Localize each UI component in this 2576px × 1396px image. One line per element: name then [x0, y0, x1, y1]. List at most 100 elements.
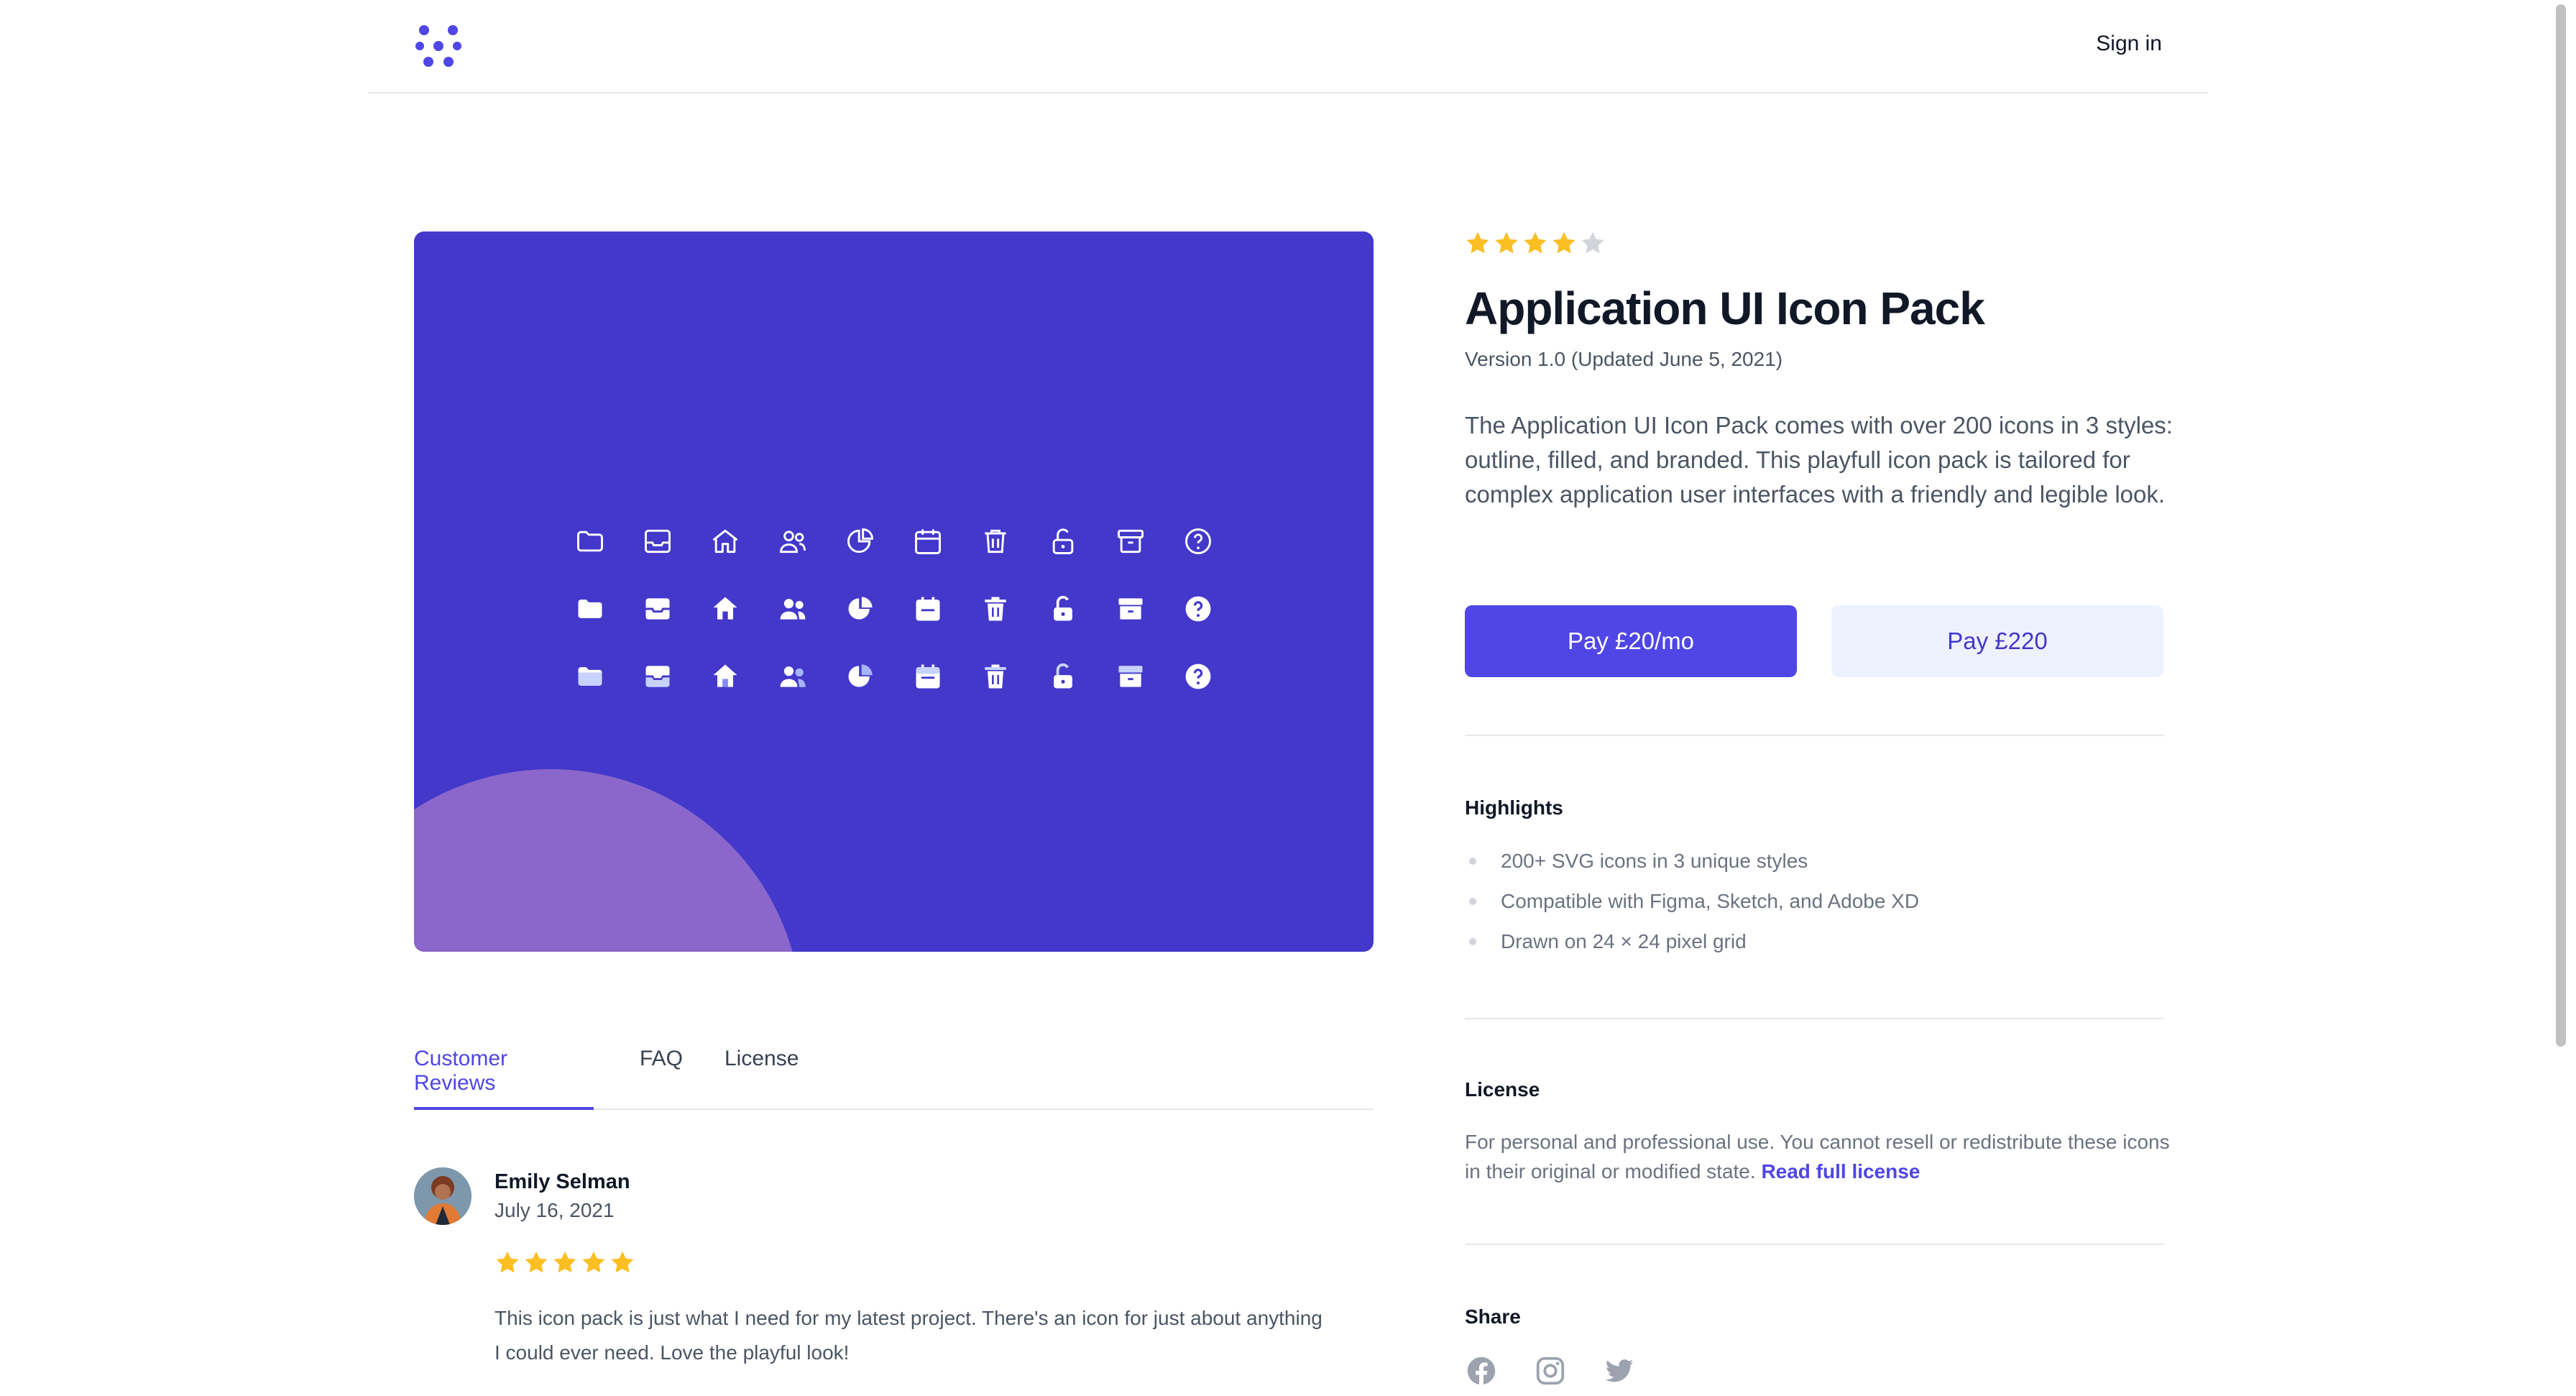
- users-icon: [780, 599, 806, 620]
- chart-pie-icon: [848, 597, 873, 620]
- product-hero-image: [414, 231, 1374, 952]
- pay-once-button[interactable]: Pay £220: [1831, 605, 2163, 677]
- lock-open-icon: [1029, 643, 1097, 710]
- divider: [1465, 735, 2163, 736]
- bullet: [1469, 858, 1476, 865]
- twitter-icon[interactable]: [1603, 1354, 1636, 1387]
- users-icon: [759, 575, 827, 643]
- trash-icon: [985, 664, 1006, 689]
- highlight-text: Compatible with Figma, Sketch, and Adobe…: [1501, 890, 1920, 912]
- home-icon: [713, 664, 737, 687]
- trash-icon: [985, 529, 1006, 554]
- highlight-text: Drawn on 24 × 24 pixel grid: [1501, 930, 1747, 952]
- chart-pie-icon: [848, 664, 873, 687]
- reviewer-name: Emily Selman: [494, 1170, 630, 1193]
- list-item: Compatible with Figma, Sketch, and Adobe…: [1465, 887, 1919, 927]
- facebook-icon[interactable]: [1465, 1354, 1498, 1387]
- tab-customer-reviews[interactable]: Customer Reviews: [414, 1045, 594, 1110]
- star-icon: [1524, 231, 1547, 254]
- inbox-icon: [624, 575, 691, 643]
- tab-faq[interactable]: FAQ: [640, 1045, 683, 1110]
- review-rating: [494, 1249, 635, 1275]
- question-icon: [1185, 663, 1211, 689]
- trash-icon: [962, 575, 1029, 643]
- lock-open-icon: [1054, 663, 1072, 689]
- license-heading: License: [1465, 1078, 1540, 1101]
- list-item: 200+ SVG icons in 3 unique styles: [1465, 847, 1919, 887]
- star-icon: [1552, 231, 1576, 254]
- product-version: Version 1.0 (Updated June 5, 2021): [1465, 348, 1783, 370]
- site-header: Sign in: [368, 0, 2208, 93]
- users-icon: [759, 508, 827, 575]
- inbox-icon: [624, 508, 691, 575]
- review-date: July 16, 2021: [494, 1199, 615, 1221]
- avatar: [414, 1167, 472, 1225]
- inbox-icon: [645, 598, 670, 620]
- pay-monthly-button[interactable]: Pay £20/mo: [1465, 605, 1797, 677]
- star-icon: [1581, 231, 1604, 254]
- users-icon: [780, 531, 806, 554]
- divider: [1465, 1018, 2163, 1019]
- calendar-icon: [915, 529, 941, 554]
- star-icon: [582, 1251, 605, 1273]
- brand-logo-icon[interactable]: [414, 23, 463, 69]
- divider: [1465, 1244, 2163, 1245]
- home-icon: [712, 529, 738, 554]
- tab-label: License: [724, 1047, 799, 1070]
- users-icon: [759, 643, 827, 710]
- hero-decor-circle: [414, 769, 802, 952]
- star-icon: [496, 1251, 519, 1273]
- tab-label: FAQ: [640, 1047, 684, 1070]
- bullet: [1469, 898, 1476, 905]
- chart-pie-icon: [827, 575, 894, 643]
- highlights-list: 200+ SVG icons in 3 unique styles Compat…: [1465, 847, 1919, 968]
- star-icon: [1466, 231, 1489, 254]
- question-icon: [1185, 528, 1211, 554]
- folder-icon: [578, 600, 602, 618]
- tab-license[interactable]: License: [724, 1045, 799, 1110]
- archive-icon: [1118, 666, 1143, 687]
- archive-icon: [1118, 529, 1144, 554]
- star-icon: [525, 1251, 548, 1273]
- lock-open-icon: [1029, 575, 1097, 643]
- home-icon: [691, 508, 759, 575]
- avatar-image: [414, 1167, 472, 1225]
- share-heading: Share: [1465, 1305, 1521, 1328]
- trash-icon: [962, 508, 1029, 575]
- calendar-icon: [916, 664, 940, 689]
- review-text: This icon pack is just what I need for m…: [494, 1307, 1322, 1364]
- calendar-icon: [894, 643, 962, 710]
- share-links: [1465, 1354, 1636, 1387]
- chart-pie-icon: [827, 643, 894, 710]
- home-icon: [691, 643, 759, 710]
- archive-icon: [1097, 575, 1164, 643]
- folder-icon: [556, 643, 624, 710]
- calendar-icon: [894, 575, 962, 643]
- review-tabs: Customer Reviews FAQ License: [414, 1045, 1374, 1110]
- star-icon: [611, 1251, 634, 1273]
- folder-icon: [577, 531, 603, 552]
- trash-icon: [985, 597, 1006, 621]
- archive-icon: [1097, 643, 1164, 710]
- inbox-icon: [624, 643, 691, 710]
- bullet: [1469, 938, 1476, 945]
- archive-icon: [1118, 598, 1143, 620]
- home-icon: [713, 597, 737, 620]
- sign-in-link[interactable]: Sign in: [2096, 32, 2162, 56]
- list-item: Drawn on 24 × 24 pixel grid: [1465, 927, 1919, 968]
- instagram-icon[interactable]: [1534, 1354, 1567, 1387]
- archive-icon: [1097, 508, 1164, 575]
- read-license-link[interactable]: Read full license: [1761, 1160, 1920, 1183]
- highlights-heading: Highlights: [1465, 796, 1563, 819]
- trash-icon: [962, 643, 1029, 710]
- question-icon: [1164, 575, 1232, 643]
- star-icon: [1495, 231, 1518, 254]
- highlight-text: 200+ SVG icons in 3 unique styles: [1501, 850, 1808, 872]
- product-description: The Application UI Icon Pack comes with …: [1465, 412, 2173, 508]
- calendar-icon: [916, 597, 940, 621]
- calendar-icon: [894, 508, 962, 575]
- tab-label: Customer Reviews: [414, 1047, 508, 1095]
- scrollbar[interactable]: [2556, 4, 2566, 1047]
- product-title: Application UI Icon Pack: [1465, 283, 1985, 334]
- inbox-icon: [645, 666, 670, 687]
